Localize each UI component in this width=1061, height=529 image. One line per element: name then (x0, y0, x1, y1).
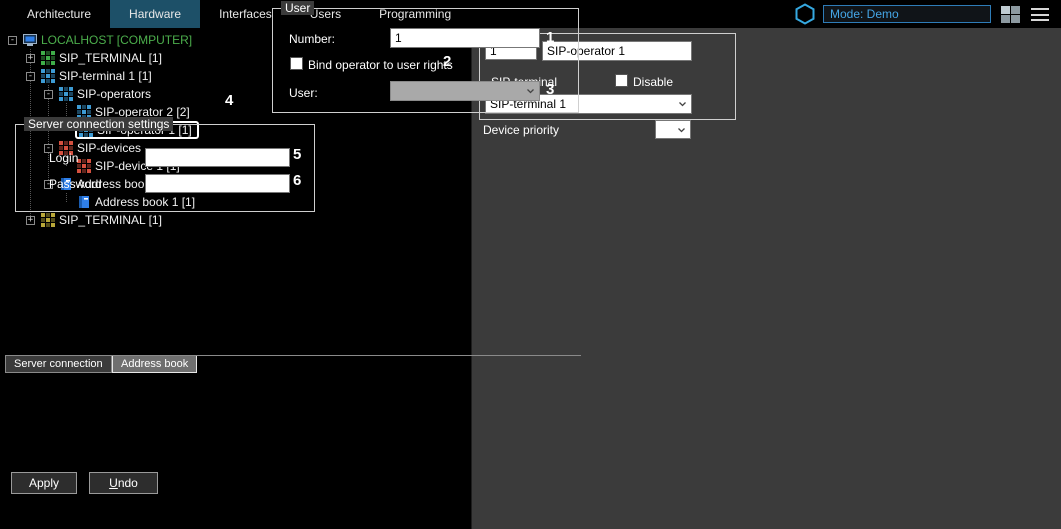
chevron-down-icon (673, 121, 690, 138)
tree-item-label: SIP_TERMINAL [1] (59, 213, 162, 227)
tab-label: Hardware (129, 7, 181, 21)
chevron-down-icon (674, 95, 691, 113)
layout-grid-icon[interactable] (1001, 6, 1022, 23)
password-input[interactable] (145, 174, 290, 193)
apply-button-label: Apply (29, 476, 59, 490)
bind-operator-label: Bind operator to user rights (308, 58, 453, 72)
number-input[interactable] (390, 28, 540, 48)
number-label: Number: (289, 32, 335, 46)
mode-indicator: Mode: Demo (823, 5, 991, 23)
undo-button[interactable]: Undo (89, 472, 158, 494)
server-connection-group: Server connection settings Login Passwor… (15, 124, 315, 212)
undo-button-label: Undo (109, 476, 138, 490)
hexagon-logo-icon (794, 3, 816, 25)
user-group: User Number: Bind operator to user right… (272, 8, 579, 113)
tree-item-label: SIP_TERMINAL [1] (59, 51, 162, 65)
login-label: Login (49, 151, 78, 165)
expand-icon[interactable]: + (26, 54, 35, 63)
tree-item-label: SIP-operators (77, 87, 151, 101)
operators-grid-icon (59, 87, 73, 101)
user-select[interactable] (390, 81, 540, 101)
apply-button[interactable]: Apply (11, 472, 77, 494)
expand-icon[interactable]: + (26, 216, 35, 225)
chevron-down-icon (522, 82, 539, 100)
tab-hardware[interactable]: Hardware (110, 0, 200, 28)
mode-label: Mode: Demo (830, 7, 899, 21)
tree-item-label: LOCALHOST [COMPUTER] (41, 33, 192, 47)
server-connection-group-title: Server connection settings (24, 117, 173, 131)
computer-icon (23, 33, 37, 47)
tab-architecture[interactable]: Architecture (8, 0, 110, 28)
user-group-title: User (281, 1, 314, 15)
bind-operator-checkbox[interactable] (290, 57, 303, 70)
login-input[interactable] (145, 148, 290, 167)
collapse-icon[interactable]: - (8, 36, 17, 45)
device-priority-select[interactable] (655, 120, 691, 139)
tab-label: Server connection (14, 358, 103, 370)
terminal-grid-icon (41, 51, 55, 65)
terminal-grid-icon (41, 213, 55, 227)
tree-item-sip-terminal-bottom[interactable]: + SIP_TERMINAL [1] (0, 211, 471, 229)
password-label: Password (49, 177, 102, 191)
annotation-6: 6 (293, 172, 301, 189)
tab-label: Architecture (27, 7, 91, 21)
collapse-icon[interactable]: - (26, 72, 35, 81)
annotation-5: 5 (293, 146, 301, 163)
annotation-4: 4 (225, 92, 233, 109)
tree-item-label: SIP-terminal 1 [1] (59, 69, 152, 83)
annotation-1: 1 (546, 29, 554, 46)
disable-label: Disable (633, 75, 673, 89)
hamburger-menu-icon[interactable] (1031, 8, 1049, 21)
annotation-3: 3 (546, 81, 554, 98)
tab-address-book[interactable]: Address book (112, 356, 197, 373)
user-label: User: (289, 86, 318, 100)
tab-label: Interfaces (219, 7, 272, 21)
tab-label: Address book (121, 358, 188, 370)
tab-server-connection[interactable]: Server connection (5, 356, 112, 373)
device-priority-label: Device priority (483, 123, 559, 137)
disable-checkbox[interactable] (615, 74, 628, 87)
terminal-grid-icon (41, 69, 55, 83)
annotation-2: 2 (443, 53, 451, 70)
collapse-icon[interactable]: - (44, 90, 53, 99)
